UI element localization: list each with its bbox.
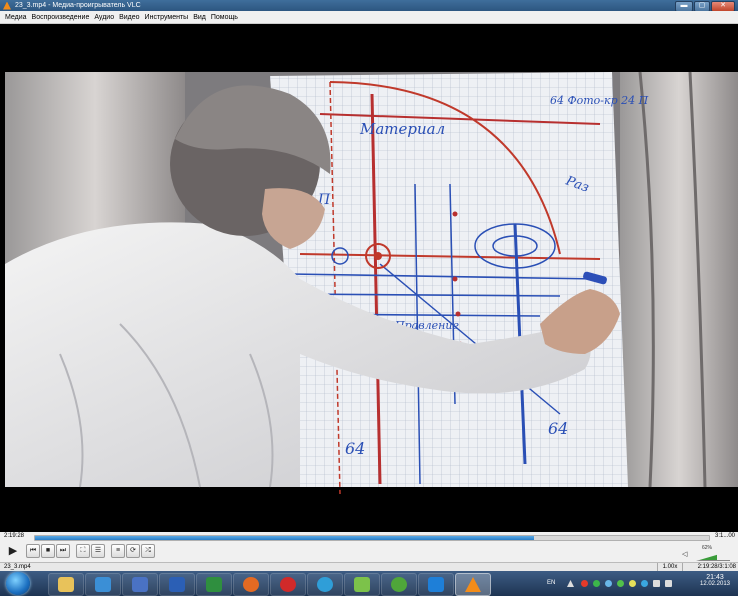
utorrent-icon (391, 577, 407, 592)
word-icon (169, 577, 185, 592)
clock-date: 12.02.2013 (699, 581, 731, 587)
seek-progress (35, 536, 534, 540)
mail-icon (317, 577, 333, 592)
status-time[interactable]: 2:19:28/3:1:08 (698, 564, 736, 570)
winamp-icon (354, 577, 370, 592)
clock-time: 21:43 (706, 574, 724, 581)
taskbar-explorer[interactable] (48, 573, 84, 596)
save-icon (132, 577, 148, 592)
taskbar-word[interactable] (159, 573, 195, 596)
maximize-icon: ▢ (698, 2, 706, 9)
shuffle-icon: ⤮ (145, 547, 151, 554)
taskbar: EN 21:43 12.02.2013 (0, 571, 738, 596)
remaining-time[interactable]: 3:1...00 (715, 533, 735, 539)
menu-playback[interactable]: Воспроизведение (32, 14, 90, 21)
show-hidden-icons-icon[interactable] (567, 580, 574, 587)
previous-icon: ⏮ (29, 547, 37, 554)
yandex-icon (280, 577, 296, 592)
elapsed-time: 2:19:28 (4, 533, 25, 539)
seek-bar[interactable] (34, 535, 710, 541)
board-label-bottom-right: 64 (548, 419, 568, 438)
volume-tray-icon[interactable] (665, 580, 672, 587)
fullscreen-button[interactable]: ⛶ (76, 544, 90, 558)
play-button[interactable]: ▶ (6, 544, 20, 558)
extended-settings-button[interactable]: ☰ (91, 544, 105, 558)
excel-icon (206, 577, 222, 592)
close-icon: ✕ (720, 2, 726, 9)
playlist-button[interactable]: ≡ (111, 544, 125, 558)
sync-tray-icon[interactable] (605, 580, 612, 587)
fullscreen-icon: ⛶ (80, 547, 86, 554)
play-icon: ▶ (8, 545, 18, 557)
update-tray-icon[interactable] (629, 580, 636, 587)
menu-view[interactable]: Вид (193, 14, 206, 21)
vlc-icon (465, 577, 481, 592)
menu-audio[interactable]: Аудио (94, 14, 114, 21)
speaker-icon[interactable]: ◁ (682, 550, 687, 558)
next-icon: ⏭ (59, 547, 67, 554)
vlc-cone-icon (3, 1, 11, 10)
menu-video[interactable]: Видео (119, 14, 139, 21)
taskbar-firefox[interactable] (233, 573, 269, 596)
status-filename: 23_3.mp4 (4, 564, 31, 570)
menu-tools[interactable]: Инструменты (145, 14, 189, 21)
stop-button[interactable]: ■ (41, 544, 55, 558)
shuffle-button[interactable]: ⤮ (141, 544, 155, 558)
equalizer-icon: ☰ (94, 547, 102, 554)
playback-speed[interactable]: 1.00x (657, 563, 683, 571)
minimize-icon: ▬ (680, 2, 688, 9)
network-tray-icon[interactable] (617, 580, 624, 587)
volume-control[interactable]: ◁ 62% (682, 545, 734, 561)
taskbar-excel[interactable] (196, 573, 232, 596)
taskbar-mail[interactable] (307, 573, 343, 596)
battery-tray-icon[interactable] (653, 580, 660, 587)
loop-icon: ⟳ (130, 547, 136, 554)
volume-percent: 62% (702, 545, 713, 551)
menu-help[interactable]: Помощь (211, 14, 238, 21)
loop-button[interactable]: ⟳ (126, 544, 140, 558)
video-frame: 64 Фото-кр 24 П Материал Раз Правление 6… (0, 24, 738, 532)
taskbar-save[interactable] (122, 573, 158, 596)
media-center-icon (95, 577, 111, 592)
playback-buttons: ▶ ⏮ ■ ⏭ ⛶ ☰ ≡ ⟳ ⤮ (6, 544, 156, 558)
explorer-icon (58, 577, 74, 592)
board-label-material: Материал (359, 120, 445, 138)
taskbar-teamviewer[interactable] (418, 573, 454, 596)
playlist-icon: ≡ (115, 547, 121, 554)
window-title: 23_3.mp4 - Медиа-проигрыватель VLC (15, 2, 141, 9)
next-button[interactable]: ⏭ (56, 544, 70, 558)
taskbar-vlc[interactable] (455, 573, 491, 596)
yandex-tray-icon[interactable] (581, 580, 588, 587)
antivirus-tray-icon[interactable] (593, 580, 600, 587)
wifi-tray-icon[interactable] (641, 580, 648, 587)
menu-media[interactable]: Медиа (5, 14, 27, 21)
title-bar: 23_3.mp4 - Медиа-проигрыватель VLC ▬ ▢ ✕ (0, 0, 738, 12)
volume-slider[interactable] (696, 551, 730, 561)
start-button[interactable] (6, 572, 30, 595)
language-indicator[interactable]: EN (547, 580, 555, 586)
previous-button[interactable]: ⏮ (26, 544, 40, 558)
menu-bar: Медиа Воспроизведение Аудио Видео Инстру… (0, 11, 738, 24)
taskbar-yandex[interactable] (270, 573, 306, 596)
clock[interactable]: 21:43 12.02.2013 (695, 574, 735, 587)
board-label-top-right: 64 Фото-кр 24 П (550, 94, 649, 107)
system-tray: EN (545, 574, 695, 594)
video-area[interactable]: 64 Фото-кр 24 П Материал Раз Правление 6… (0, 24, 738, 532)
taskbar-utorrent[interactable] (381, 573, 417, 596)
teamviewer-icon (428, 577, 444, 592)
board-label-bottom-left: 64 (345, 439, 365, 458)
stop-icon: ■ (45, 547, 51, 554)
firefox-icon (243, 577, 259, 592)
taskbar-media-center[interactable] (85, 573, 121, 596)
taskbar-winamp[interactable] (344, 573, 380, 596)
